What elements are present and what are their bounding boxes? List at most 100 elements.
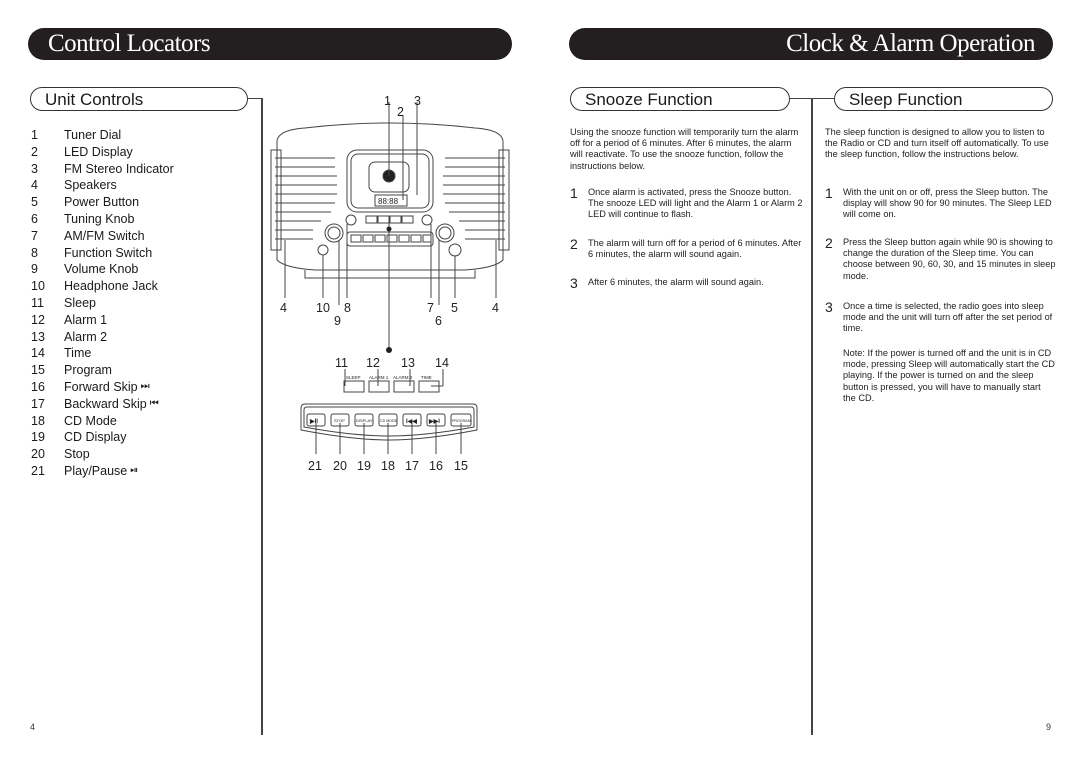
section-title: Unit Controls xyxy=(45,90,144,109)
control-number: 10 xyxy=(31,279,45,294)
control-list-item: 15 Program xyxy=(31,362,174,379)
divider-connector xyxy=(790,98,838,100)
play-pause-button-label: ▶II xyxy=(309,418,318,425)
page-number-left: 4 xyxy=(30,722,36,732)
callout-8: 8 xyxy=(344,301,351,315)
control-label: Time xyxy=(64,346,92,361)
section-title: Sleep Function xyxy=(849,90,963,109)
clock-alarm-banner: Clock & Alarm Operation xyxy=(569,28,1053,60)
control-label: Volume Knob xyxy=(64,262,139,277)
step-text: The alarm will turn off for a period of … xyxy=(588,238,802,260)
control-list-item: 17 Backward Skip ⏮ xyxy=(31,396,174,413)
snooze-step-1: 1 Once alarm is activated, press the Sno… xyxy=(570,185,808,221)
play-pause-icon: ⏯ xyxy=(130,464,139,476)
callout-7: 7 xyxy=(427,301,434,315)
control-number: 13 xyxy=(31,329,45,344)
callout-9: 9 xyxy=(334,314,341,328)
section-title: Snooze Function xyxy=(585,90,713,109)
control-number: 16 xyxy=(31,379,45,394)
sleep-function-heading: Sleep Function xyxy=(834,87,1053,111)
step-text: Once a time is selected, the radio goes … xyxy=(843,301,1053,334)
snooze-function-heading: Snooze Function xyxy=(570,87,790,111)
sleep-note: Note: If the power is turned off and the… xyxy=(843,348,1055,403)
control-list-item: 4 Speakers xyxy=(31,177,174,194)
page-number-right: 9 xyxy=(1046,722,1052,732)
display-button-label: DISPLAY xyxy=(356,418,373,423)
unit-controls-heading: Unit Controls xyxy=(30,87,248,111)
control-label: Alarm 1 xyxy=(64,312,108,327)
callout-14: 14 xyxy=(435,356,449,370)
control-label: Speakers xyxy=(64,178,117,193)
callout-3: 3 xyxy=(414,94,421,108)
step-text: After 6 minutes, the alarm will sound ag… xyxy=(588,277,764,287)
control-list-item: 3 FM Stereo Indicator xyxy=(31,161,174,178)
callout-5: 5 xyxy=(451,301,458,315)
sleep-step-1: 1 With the unit on or off, press the Sle… xyxy=(825,186,1057,221)
control-number: 17 xyxy=(31,396,45,411)
control-label: Headphone Jack xyxy=(64,279,158,294)
unit-controls-list: 1 Tuner Dial 2 LED Display 3 FM Stereo Indica… xyxy=(31,127,174,480)
control-list-item: 13 Alarm 2 xyxy=(31,329,174,346)
control-list-item: 12 Alarm 1 xyxy=(31,312,174,329)
control-number: 5 xyxy=(31,195,38,210)
divider-connector xyxy=(248,98,262,100)
callout-15: 15 xyxy=(454,459,468,473)
control-label: AM/FM Switch xyxy=(64,228,145,243)
lcd-readout: 88:88 xyxy=(378,197,399,206)
snooze-intro: Using the snooze function will temporari… xyxy=(570,127,799,171)
control-list-item: 16 Forward Skip ⏭ xyxy=(31,379,174,396)
column-divider xyxy=(811,98,813,735)
control-number: 20 xyxy=(31,447,45,462)
snooze-step-2: 2 The alarm will turn off for a period o… xyxy=(570,237,808,260)
callout-4-left: 4 xyxy=(280,301,287,315)
callout-12: 12 xyxy=(366,356,380,370)
program-button-label: PROGRAM xyxy=(452,419,471,423)
callout-19: 19 xyxy=(357,459,371,473)
control-number: 14 xyxy=(31,346,45,361)
control-number: 18 xyxy=(31,413,45,428)
control-label: Function Switch xyxy=(64,245,153,260)
control-label: Forward Skip xyxy=(64,379,138,394)
sleep-step-2: 2 Press the Sleep button again while 90 … xyxy=(825,235,1057,282)
step-text: Once alarm is activated, press the Snooz… xyxy=(588,187,803,220)
step-number: 2 xyxy=(825,235,833,251)
time-button-label: TIME xyxy=(421,375,432,380)
callout-1: 1 xyxy=(384,94,391,108)
control-list-item: 7 AM/FM Switch xyxy=(31,228,174,245)
control-list-item: 20 Stop xyxy=(31,446,174,463)
am-fm-switch xyxy=(421,214,433,226)
headphone-jack xyxy=(317,244,329,256)
control-label: Backward Skip xyxy=(64,396,147,411)
callout-18: 18 xyxy=(381,459,395,473)
control-list-item: 21 Play/Pause ⏯ xyxy=(31,463,174,480)
step-text: With the unit on or off, press the Sleep… xyxy=(843,187,1052,220)
control-number: 7 xyxy=(31,228,38,243)
callout-2: 2 xyxy=(397,105,404,119)
sleep-button-label: SLEEP xyxy=(346,375,361,380)
forward-skip-icon: ⏭ xyxy=(140,380,150,392)
stop-button-label: STOP xyxy=(334,418,345,423)
control-list-item: 18 CD Mode xyxy=(31,413,174,430)
control-list-item: 10 Headphone Jack xyxy=(31,278,174,295)
control-label: Tuning Knob xyxy=(64,211,135,226)
control-number: 9 xyxy=(31,262,38,277)
cd-mode-button-label: CD MODE xyxy=(380,419,398,423)
alarm2-button-label: ALARM 2 xyxy=(393,375,413,380)
power-button xyxy=(448,243,462,257)
control-label: Sleep xyxy=(64,295,96,310)
function-switch xyxy=(345,214,357,226)
banner-title: Clock & Alarm Operation xyxy=(786,30,1035,57)
step-number: 3 xyxy=(570,275,578,291)
callout-20: 20 xyxy=(333,459,347,473)
sleep-step-3: 3 Once a time is selected, the radio goe… xyxy=(825,300,1057,335)
right-speaker-grille xyxy=(443,157,505,240)
radio-front-diagram: 1 2 3 4 10 8 9 7 5 6 4 11 12 13 14 SLEEP… xyxy=(270,94,510,473)
control-list-item: 5 Power Button xyxy=(31,194,174,211)
control-number: 12 xyxy=(31,312,45,327)
backward-skip-icon: ⏮ xyxy=(149,397,159,409)
control-list-item: 19 CD Display xyxy=(31,429,174,446)
step-number: 1 xyxy=(570,185,578,201)
snooze-step-3: 3 After 6 minutes, the alarm will sound … xyxy=(570,275,808,291)
control-list-item: 1 Tuner Dial xyxy=(31,127,174,144)
control-number: 2 xyxy=(31,144,38,159)
